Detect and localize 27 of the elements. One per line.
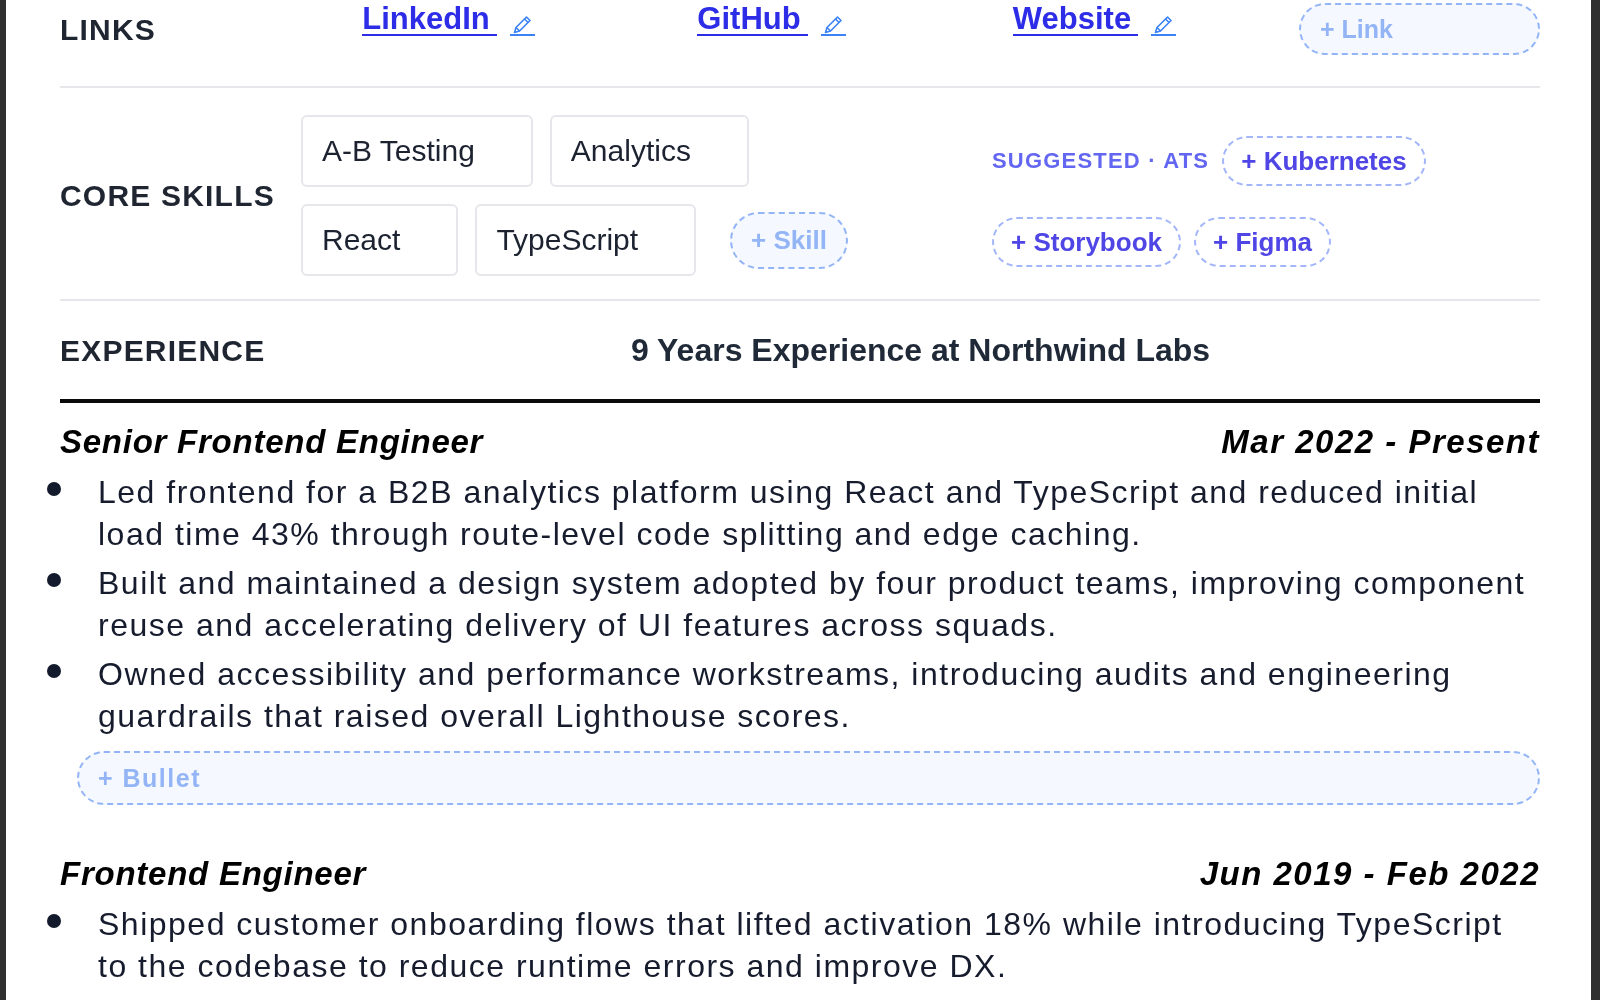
section-label: CORE SKILLS xyxy=(60,179,276,212)
section-label: EXPERIENCE xyxy=(60,333,267,367)
bullet-text: Led frontend for a B2B analytics platform using React and TypeScript and reduced initial load time 43% through route-level code splitting and edge caching. xyxy=(98,473,1480,554)
experience-summary: 9 Years Experience at Northwind Labs xyxy=(629,331,1212,369)
suggested-skill-button[interactable]: + Figma xyxy=(1194,217,1331,267)
skill-tag[interactable]: React xyxy=(301,204,459,276)
job-title: Senior Frontend Engineer xyxy=(60,422,484,462)
bullet-icon xyxy=(47,482,61,496)
job-dates: Mar 2022 - Present xyxy=(1221,422,1540,462)
job-dates: Jun 2019 - Feb 2022 xyxy=(1199,854,1540,894)
suggested-skill-button[interactable]: + Kubernetes xyxy=(1222,136,1426,186)
section-label: LINKS xyxy=(60,12,157,46)
profile-link[interactable]: GitHub xyxy=(697,3,808,36)
bullet-text: Owned accessibility and performance workstreams, introducing audits and engineering guardrails that raised overall Lighthouse scores. xyxy=(98,655,1453,736)
bullet-icon xyxy=(47,664,61,678)
skill-tag[interactable]: Analytics xyxy=(549,115,749,187)
skill-tag[interactable]: TypeScript xyxy=(475,204,697,276)
suggested-label: SUGGESTED · ATS xyxy=(992,148,1210,174)
bullet-text: Built and maintained a design system adopted by four product teams, improving component reuse and accelerating delivery of UI features across squads. xyxy=(98,564,1527,645)
bullet-icon xyxy=(47,573,61,587)
bullet-text: Shipped customer onboarding flows that lifted activation 18% while introducing TypeScript to the codebase to reduce runtime errors and improve DX. xyxy=(98,905,1504,986)
bullet-icon xyxy=(47,914,61,928)
profile-link[interactable]: LinkedIn xyxy=(362,3,497,36)
job-title: Frontend Engineer xyxy=(60,854,367,894)
skill-tag[interactable]: A-B Testing xyxy=(301,115,533,187)
profile-link[interactable]: Website xyxy=(1012,3,1139,36)
suggested-skill-button[interactable]: + Storybook xyxy=(992,217,1181,267)
